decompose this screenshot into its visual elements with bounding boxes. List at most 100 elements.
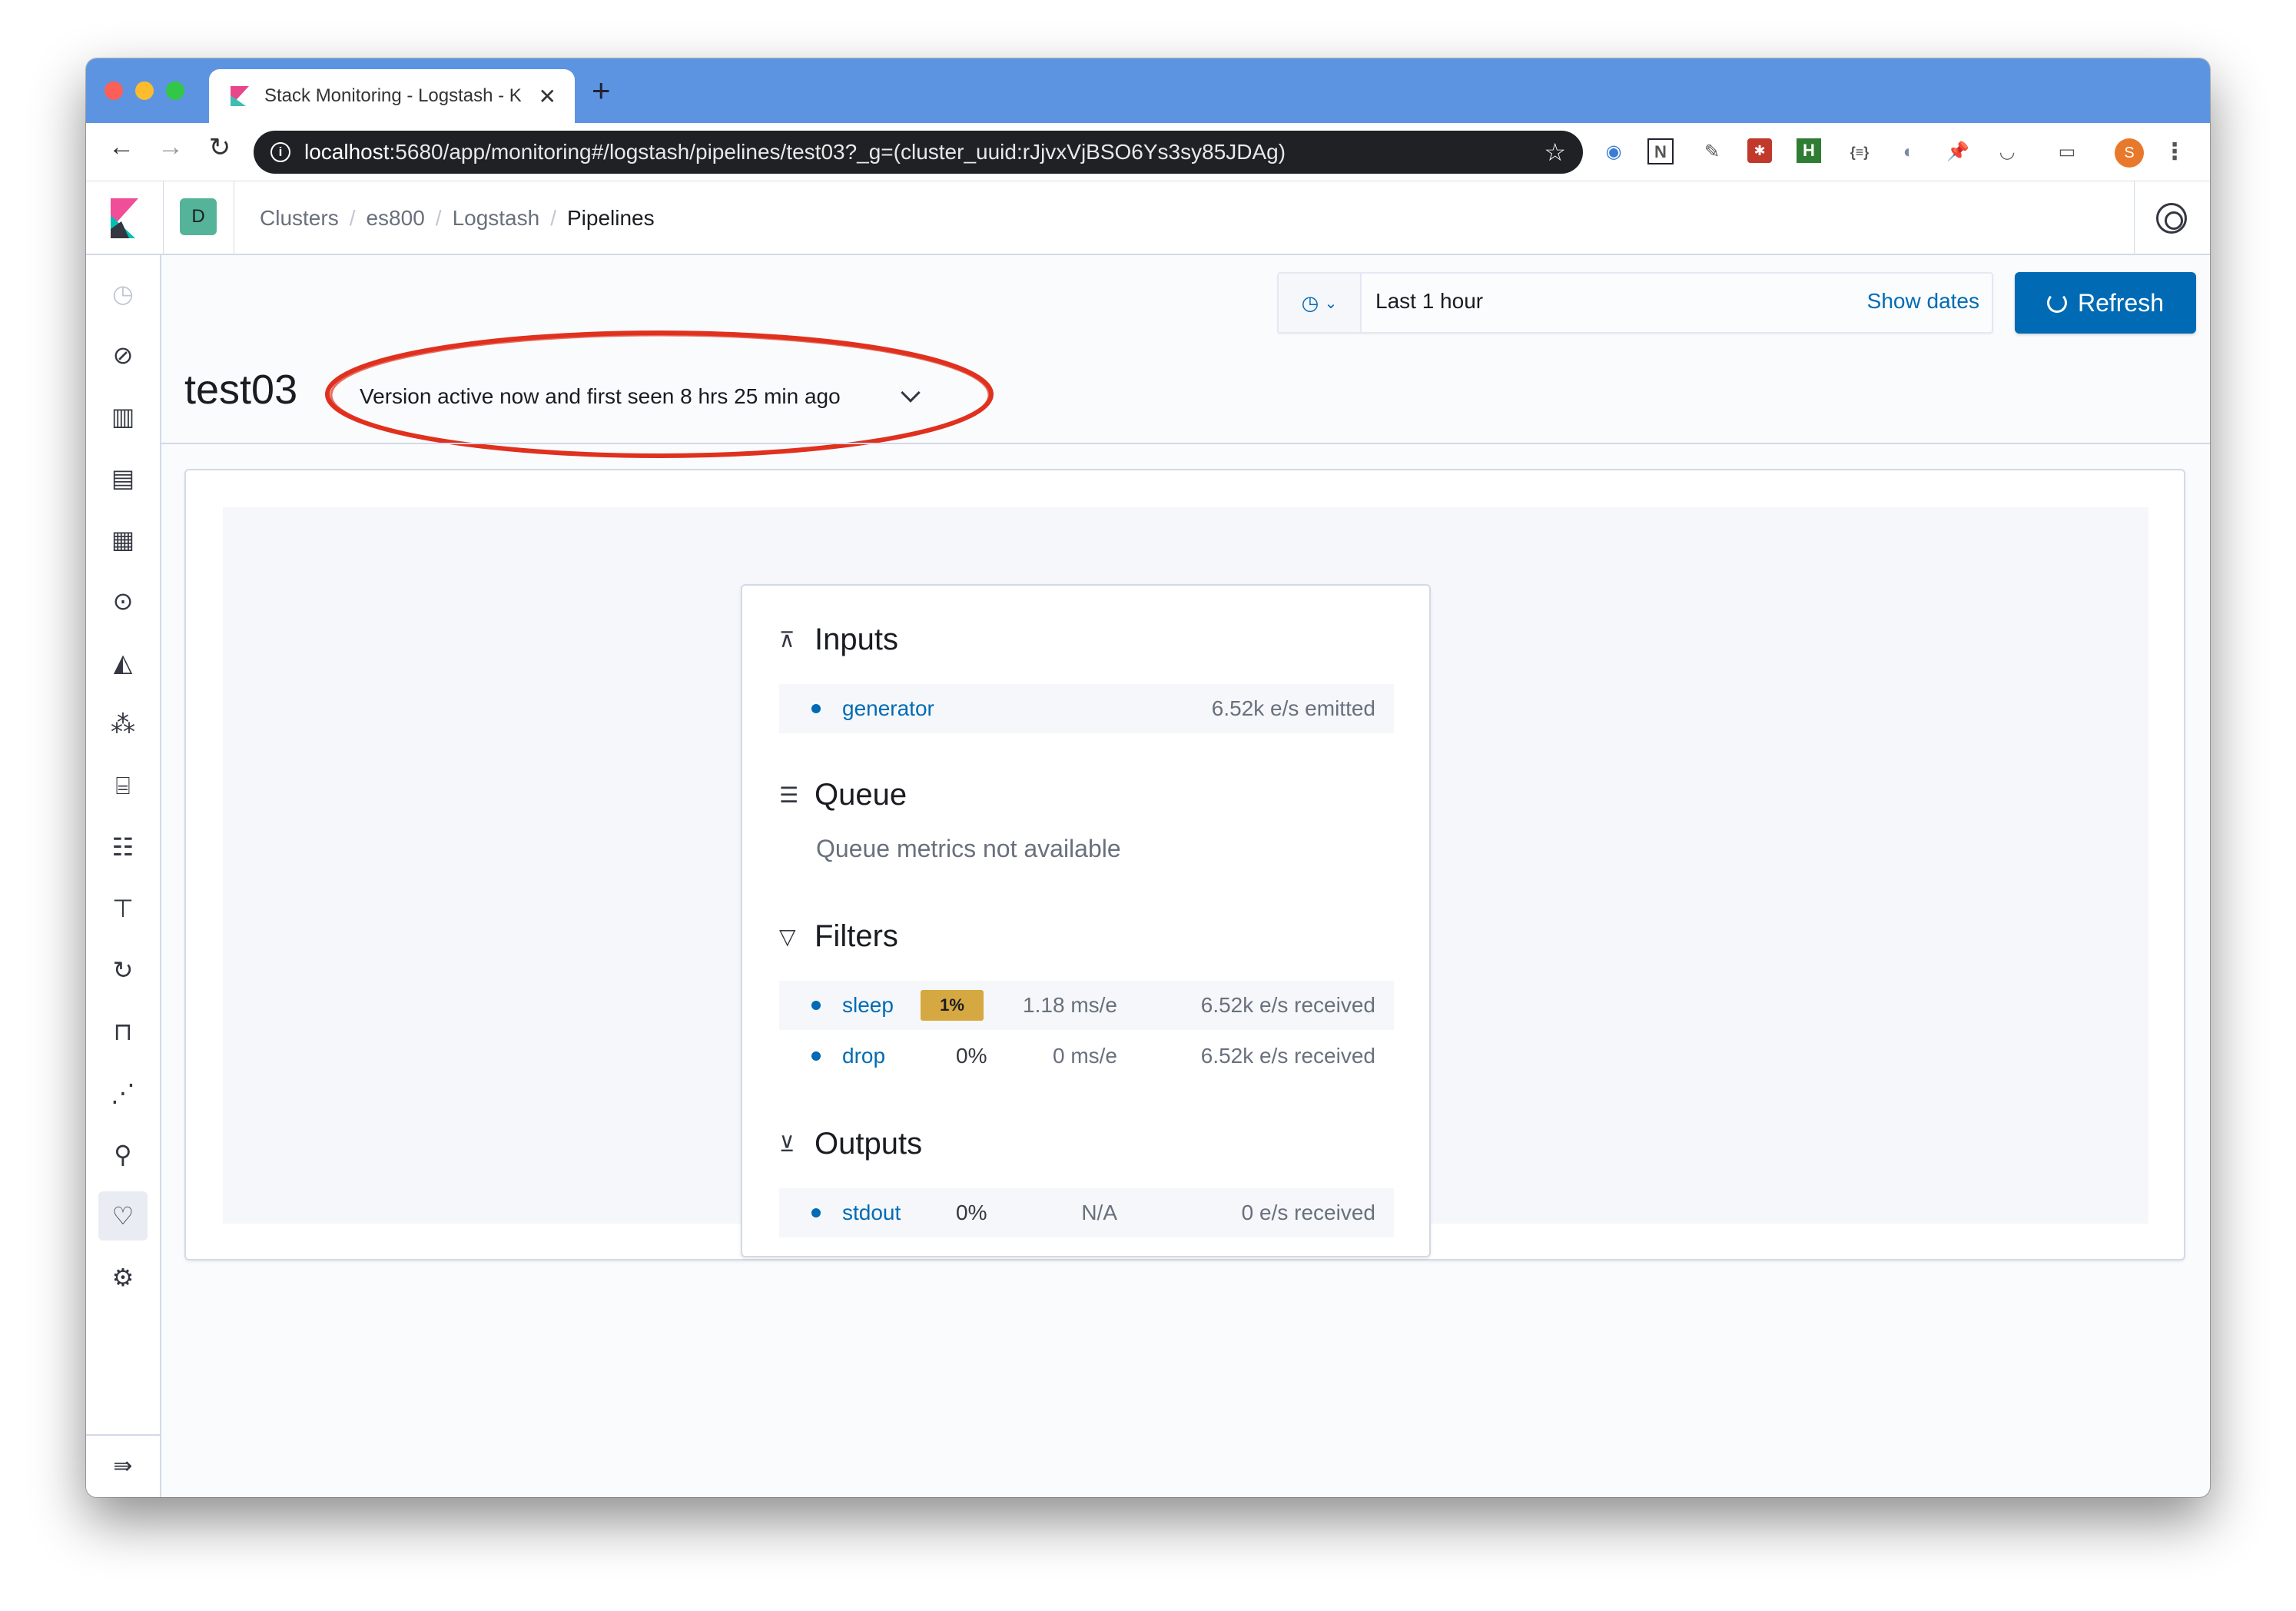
cast-icon[interactable]: ▭ bbox=[2053, 138, 2081, 166]
outputs-title: Outputs bbox=[815, 1127, 923, 1161]
profile-avatar[interactable]: S bbox=[2115, 138, 2144, 168]
bullet-icon bbox=[811, 1208, 821, 1217]
zoom-window-button[interactable] bbox=[166, 81, 184, 100]
latency: 0 ms/e bbox=[1052, 1044, 1117, 1068]
url-host: localhost bbox=[304, 140, 390, 164]
canvas-icon[interactable]: ▦ bbox=[106, 523, 140, 556]
list-item[interactable]: sleep 1% 1.18 ms/e 6.52k e/s received bbox=[779, 981, 1394, 1030]
breadcrumb-pipelines: Pipelines bbox=[566, 206, 655, 230]
latency: 1.18 ms/e bbox=[1023, 993, 1117, 1017]
queue-heading: ☰ Queue bbox=[779, 778, 907, 812]
minimize-window-button[interactable] bbox=[135, 81, 154, 100]
outputs-heading: ⊻ Outputs bbox=[779, 1127, 922, 1161]
stack-monitoring-icon[interactable]: ♡ bbox=[98, 1191, 148, 1241]
collapse-nav-icon[interactable]: ⇛ bbox=[86, 1434, 160, 1497]
bookmark-star-icon[interactable]: ☆ bbox=[1544, 138, 1566, 167]
breadcrumb-separator: / bbox=[349, 206, 356, 230]
clock-icon: ◷ bbox=[1301, 291, 1319, 314]
breadcrumb-logstash[interactable]: Logstash bbox=[453, 206, 540, 231]
machine-learning-icon[interactable]: ◭ bbox=[106, 646, 140, 679]
reload-icon[interactable]: ↻ bbox=[201, 132, 238, 163]
kibana-favicon-icon bbox=[231, 86, 249, 106]
browser-window: Stack Monitoring - Logstash - K ✕ + ← → … bbox=[86, 58, 2210, 1497]
browser-menu-icon[interactable]: ⋮ bbox=[2161, 138, 2188, 166]
extension-red-icon[interactable]: ✱ bbox=[1747, 138, 1772, 163]
plugin-name[interactable]: drop bbox=[842, 1044, 885, 1068]
recently-viewed-icon[interactable]: ◷ bbox=[106, 277, 140, 311]
security-lock-icon[interactable]: ⊓ bbox=[106, 1015, 140, 1048]
back-icon[interactable]: ← bbox=[103, 132, 140, 162]
site-info-icon[interactable]: i bbox=[270, 142, 290, 162]
event-rate: 0 e/s received bbox=[1241, 1201, 1375, 1224]
visualize-icon[interactable]: ▥ bbox=[106, 400, 140, 433]
refresh-label: Refresh bbox=[2077, 288, 2165, 317]
tab-title: Stack Monitoring - Logstash - K bbox=[264, 85, 522, 106]
breadcrumb-clusters[interactable]: Clusters bbox=[260, 206, 339, 231]
extension-json-icon[interactable]: {≡} bbox=[1846, 138, 1873, 166]
pipeline-card: ⊼ Inputs generator 6.52k e/s emitted ☰ Q… bbox=[741, 584, 1431, 1257]
discover-compass-icon[interactable]: ⊘ bbox=[106, 338, 140, 372]
logs-icon[interactable]: ⌸ bbox=[106, 769, 140, 802]
list-item[interactable]: stdout 0% N/A 0 e/s received bbox=[779, 1188, 1394, 1237]
browser-toolbar: ← → ↻ i localhost:5680/app/monitoring#/l… bbox=[86, 123, 2210, 181]
dev-tools-icon[interactable]: ⚲ bbox=[106, 1138, 140, 1171]
graph-icon[interactable]: ⋰ bbox=[106, 1076, 140, 1110]
queue-message: Queue metrics not available bbox=[816, 835, 1121, 862]
extension-pocket-icon[interactable]: ◡ bbox=[1993, 138, 2021, 166]
inputs-icon: ⊼ bbox=[779, 627, 795, 652]
browser-tab[interactable]: Stack Monitoring - Logstash - K ✕ bbox=[209, 69, 575, 123]
maps-icon[interactable]: ⊙ bbox=[106, 584, 140, 618]
extension-globe-icon[interactable]: ◉ bbox=[1600, 138, 1627, 166]
time-range-label[interactable]: Last 1 hour bbox=[1375, 289, 1483, 314]
filter-icon: ▽ bbox=[779, 924, 796, 948]
forward-icon[interactable]: → bbox=[152, 132, 189, 162]
bullet-icon bbox=[811, 704, 821, 713]
quick-menu-button[interactable]: ◷ ⌄ bbox=[1279, 274, 1362, 332]
extension-n-icon[interactable]: N bbox=[1647, 138, 1674, 164]
refresh-icon bbox=[2046, 293, 2067, 313]
extension-compass-icon[interactable]: ◐ bbox=[1895, 138, 1923, 166]
plugin-name[interactable]: sleep bbox=[842, 993, 894, 1018]
inputs-title: Inputs bbox=[815, 623, 898, 656]
filters-title: Filters bbox=[815, 919, 898, 953]
tab-bar: Stack Monitoring - Logstash - K ✕ + bbox=[86, 58, 2210, 123]
kibana-logo-icon[interactable] bbox=[109, 198, 140, 238]
extension-pin-icon[interactable]: 📌 bbox=[1944, 138, 1972, 166]
header-divider bbox=[163, 181, 164, 255]
bullet-icon bbox=[811, 1001, 821, 1010]
apm-icon[interactable]: ☷ bbox=[106, 830, 140, 864]
management-gear-icon[interactable]: ⚙ bbox=[106, 1261, 140, 1294]
extension-eyedropper-icon[interactable]: ✎ bbox=[1698, 138, 1726, 166]
dashboard-icon[interactable]: ▤ bbox=[106, 461, 140, 495]
breadcrumb-cluster[interactable]: es800 bbox=[366, 206, 424, 231]
uptime-icon[interactable]: ⊤ bbox=[106, 892, 140, 925]
close-window-button[interactable] bbox=[105, 81, 123, 100]
new-tab-button[interactable]: + bbox=[592, 72, 611, 109]
side-nav: ◷ ⊘ ▥ ▤ ▦ ⊙ ◭ ⁂ ⌸ ☷ ⊤ ↻ ⊓ ⋰ ⚲ ♡ ⚙ ⇛ bbox=[86, 255, 161, 1497]
infrastructure-icon[interactable]: ⁂ bbox=[106, 707, 140, 741]
filters-heading: ▽ Filters bbox=[779, 919, 898, 954]
list-item[interactable]: generator 6.52k e/s emitted bbox=[779, 684, 1394, 733]
divider bbox=[161, 443, 2210, 444]
refresh-button[interactable]: Refresh bbox=[2015, 272, 2196, 334]
time-picker: ◷ ⌄ Last 1 hour Show dates bbox=[1277, 272, 1993, 334]
queue-icon: ☰ bbox=[779, 782, 799, 807]
space-avatar[interactable]: D bbox=[180, 198, 217, 235]
extension-h-icon[interactable]: H bbox=[1797, 138, 1821, 163]
header-divider bbox=[2134, 181, 2135, 255]
help-icon[interactable] bbox=[2156, 203, 2187, 234]
page-title: test03 bbox=[184, 367, 298, 413]
latency: N/A bbox=[1081, 1201, 1117, 1224]
close-tab-icon[interactable]: ✕ bbox=[539, 84, 556, 109]
show-dates-link[interactable]: Show dates bbox=[1867, 289, 1979, 314]
siem-icon[interactable]: ↻ bbox=[106, 953, 140, 987]
plugin-name[interactable]: stdout bbox=[842, 1201, 901, 1225]
address-bar[interactable]: i localhost:5680/app/monitoring#/logstas… bbox=[254, 131, 1583, 174]
breadcrumb-separator: / bbox=[435, 206, 442, 230]
outputs-icon: ⊻ bbox=[779, 1131, 795, 1156]
kibana-header: D Clusters / es800 / Logstash / Pipeline… bbox=[86, 181, 2210, 255]
list-item[interactable]: drop 0% 0 ms/e 6.52k e/s received bbox=[779, 1031, 1394, 1081]
url-path: :5680/app/monitoring#/logstash/pipelines… bbox=[389, 140, 1286, 164]
cpu-percent: 0% bbox=[956, 1201, 987, 1224]
plugin-name[interactable]: generator bbox=[842, 696, 934, 721]
